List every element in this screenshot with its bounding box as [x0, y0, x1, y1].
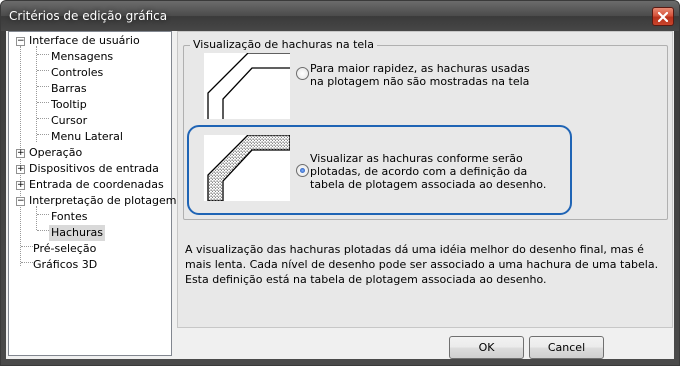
tree-item-label: Tooltip: [51, 98, 87, 111]
cancel-button[interactable]: Cancel: [529, 336, 604, 359]
window-title: Critérios de edição gráfica: [9, 9, 168, 23]
tree-line: [36, 206, 37, 230]
tree-item-dispositivos[interactable]: + Dispositivos de entrada: [9, 161, 171, 177]
tree-item-label: Fontes: [51, 210, 88, 223]
expand-icon[interactable]: +: [16, 181, 25, 190]
collapse-icon[interactable]: −: [16, 197, 25, 206]
tree-line: [37, 134, 49, 135]
tree-item-interface[interactable]: − Interface de usuário: [9, 33, 171, 49]
option-no-hatch-radio[interactable]: [296, 67, 309, 80]
tree-line: [37, 230, 49, 231]
tree-item-label: Mensagens: [51, 50, 114, 63]
option-hatch-radio[interactable]: [296, 164, 309, 177]
ok-button[interactable]: OK: [449, 336, 524, 359]
expand-icon[interactable]: +: [16, 165, 25, 174]
tree-line: [37, 54, 49, 55]
dialog-window: Critérios de edição gráfica − Interface …: [0, 0, 680, 366]
tree-item-label: Operação: [29, 146, 83, 159]
expand-icon[interactable]: +: [16, 149, 25, 158]
tree-item-label: Pré-seleção: [33, 242, 97, 255]
tree-line: [37, 102, 49, 103]
tree-line: [37, 214, 49, 215]
tree-item-label: Interpretação de plotagem: [29, 194, 177, 207]
title-bar[interactable]: Critérios de edição gráfica: [1, 1, 679, 31]
tree-line: [37, 86, 49, 87]
tree-item-label: Barras: [51, 82, 87, 95]
description-text: A visualização das hachuras plotadas dá …: [185, 243, 659, 286]
outline-preview-icon: [207, 52, 290, 119]
tree-line: [37, 118, 49, 119]
tree-line: [37, 70, 49, 71]
tree-item-label: Dispositivos de entrada: [29, 162, 159, 175]
tree-item-label: Menu Lateral: [51, 130, 123, 143]
option-no-hatch-label[interactable]: Para maior rapidez, as hachuras usadas n…: [310, 62, 540, 88]
tree-item-label: Entrada de coordenadas: [29, 178, 164, 191]
tree-item-label: Gráficos 3D: [33, 258, 98, 271]
group-title: Visualização de hachuras na tela: [190, 38, 377, 51]
close-button[interactable]: [652, 7, 674, 26]
collapse-icon[interactable]: −: [16, 37, 25, 46]
category-tree[interactable]: − Interface de usuário Mensagens Control…: [8, 31, 176, 356]
tree-item-plotagem[interactable]: − Interpretação de plotagem: [9, 193, 176, 209]
tree-item-coordenadas[interactable]: + Entrada de coordenadas: [9, 177, 171, 193]
tree-item-operacao[interactable]: + Operação: [9, 145, 171, 161]
preview-no-hatch: [204, 52, 290, 119]
close-icon: [658, 11, 668, 22]
tree-line: [36, 46, 37, 142]
tree-item-label: Controles: [51, 66, 104, 79]
tree-item-label: Hachuras: [49, 225, 105, 241]
tree-item-label: Interface de usuário: [29, 34, 140, 47]
dialog-client: − Interface de usuário Mensagens Control…: [6, 31, 674, 359]
tree-item-label: Cursor: [51, 114, 88, 127]
option-hatch-label[interactable]: Visualizar as hachuras conforme serão pl…: [310, 152, 560, 191]
